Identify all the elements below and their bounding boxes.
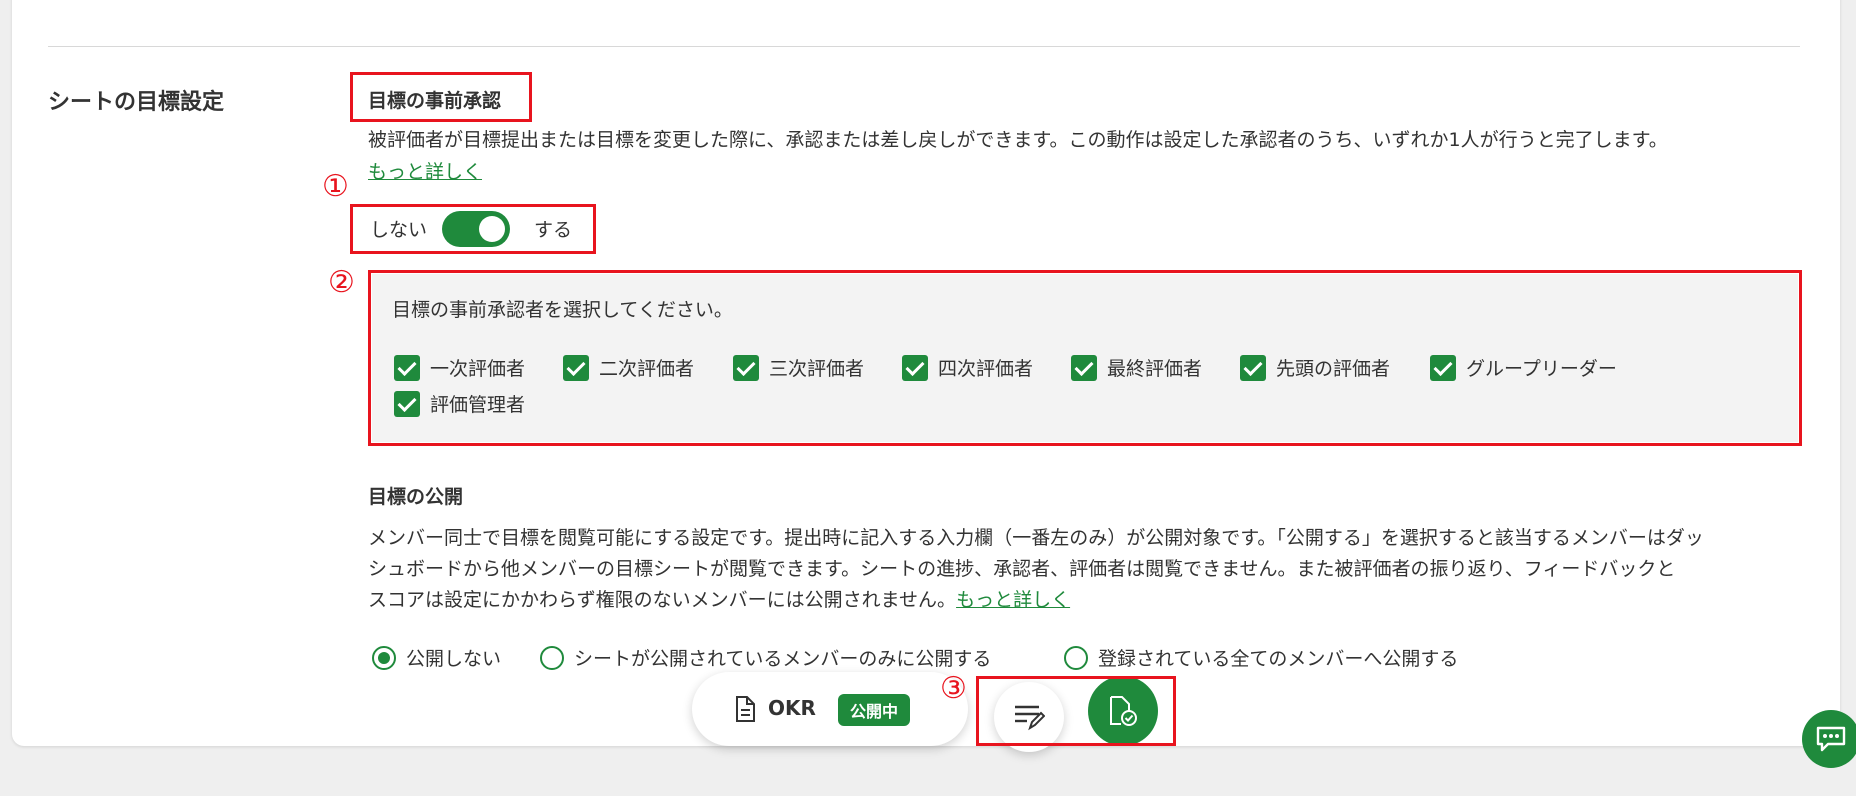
annotation-box-toggle xyxy=(350,204,596,254)
radio-selected-icon xyxy=(372,645,396,670)
publication-option-none[interactable]: 公開しない xyxy=(372,644,501,671)
radio-unselected-icon xyxy=(1064,645,1088,670)
annotation-marker-2: ② xyxy=(328,265,355,300)
annotation-box-approvers xyxy=(368,270,1802,446)
radio-unselected-icon xyxy=(540,645,564,670)
chat-icon xyxy=(1816,726,1846,752)
publication-desc-line1: メンバー同士で目標を閲覧可能にする設定です。提出時に記入する入力欄（一番左のみ）… xyxy=(368,527,1704,549)
publication-more-link[interactable]: もっと詳しく xyxy=(956,589,1070,611)
radio-label: 公開しない xyxy=(406,648,502,670)
annotation-box-heading xyxy=(350,72,532,122)
status-badge: 公開中 xyxy=(838,694,911,726)
publication-heading: 目標の公開 xyxy=(368,486,464,508)
publication-desc-line2: シュボードから他メンバーの目標シートが閲覧できます。シートの進捗、承認者、評価者… xyxy=(368,558,1676,580)
annotation-marker-3: ③ xyxy=(940,671,967,706)
pre-approval-description: 被評価者が目標提出または目標を変更した際に、承認または差し戻しができます。この動… xyxy=(368,129,1668,151)
annotation-box-actions xyxy=(976,676,1176,746)
annotation-marker-1: ① xyxy=(322,169,349,204)
document-icon xyxy=(736,696,755,722)
pre-approval-more-link[interactable]: もっと詳しく xyxy=(368,156,482,188)
publication-option-all-members[interactable]: 登録されている全てのメンバーへ公開する xyxy=(1064,644,1458,671)
radio-label: シートが公開されているメンバーのみに公開する xyxy=(574,648,992,670)
sheet-name: OKR xyxy=(768,696,816,720)
chat-button[interactable] xyxy=(1802,710,1856,768)
publication-desc-text: スコアは設定にかかわらず権限のないメンバーには公開されません。 xyxy=(368,589,957,611)
publication-option-sheet-members[interactable]: シートが公開されているメンバーのみに公開する xyxy=(540,644,991,671)
publication-desc-line3: スコアは設定にかかわらず権限のないメンバーには公開されません。もっと詳しく xyxy=(368,584,1070,616)
divider xyxy=(48,46,1800,47)
sheet-status-pill: OKR 公開中 xyxy=(692,672,968,746)
radio-label: 登録されている全てのメンバーへ公開する xyxy=(1098,648,1459,670)
section-title: シートの目標設定 xyxy=(48,90,225,115)
